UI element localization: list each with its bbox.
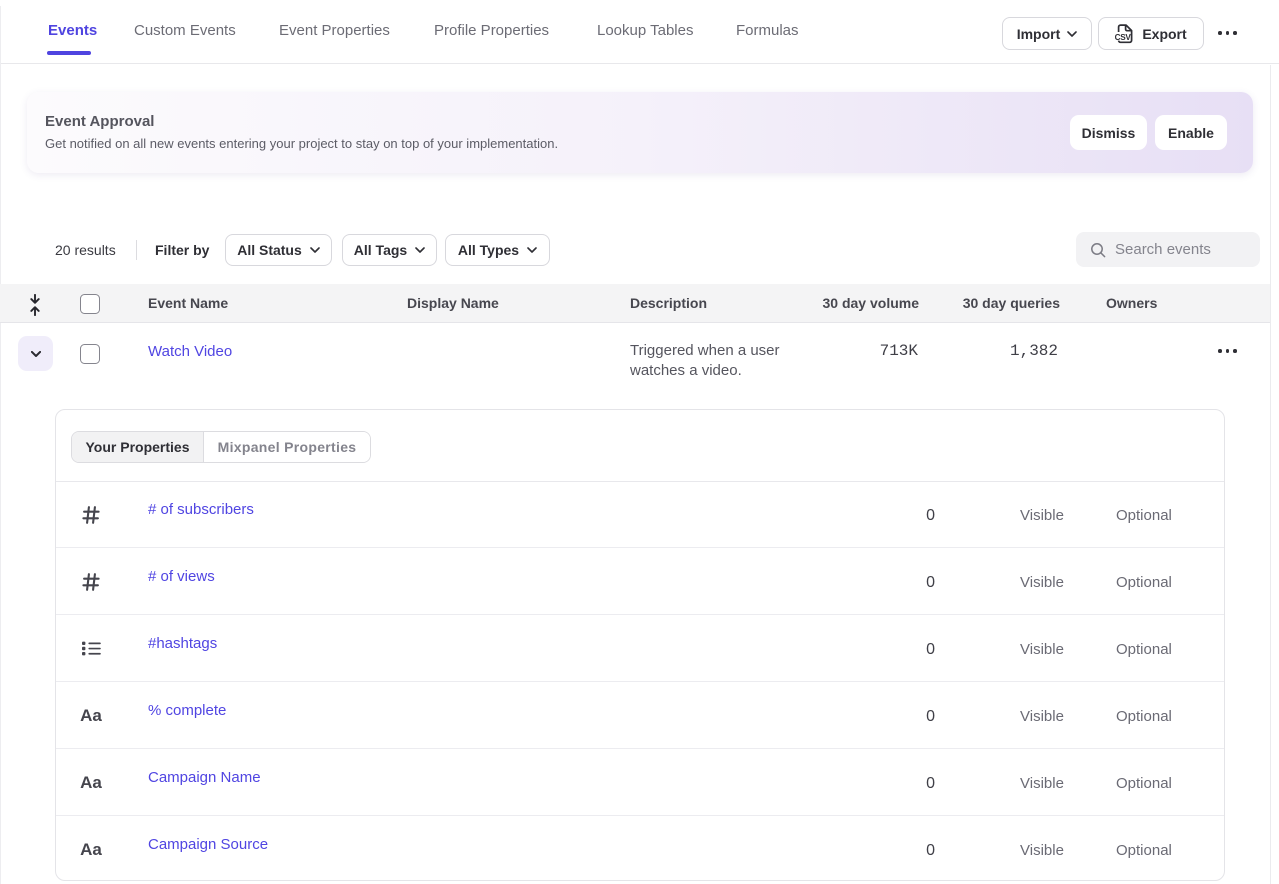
svg-text:CSV: CSV [1115,33,1131,42]
